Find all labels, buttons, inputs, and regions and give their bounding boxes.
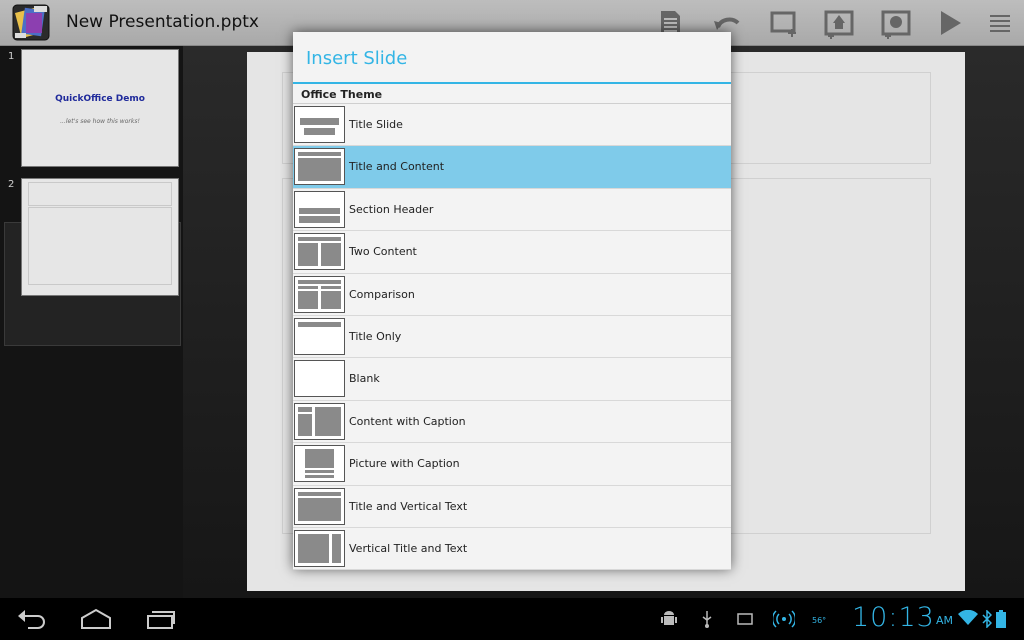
system-navigation-bar: 56° 10:13 AM [0, 598, 1024, 640]
wifi-icon [958, 609, 978, 630]
layout-item-comparison[interactable]: Comparison [293, 274, 731, 316]
temperature-readout: 56° [812, 616, 827, 625]
document-title: New Presentation.pptx [66, 12, 259, 32]
layout-item-title-content[interactable]: Title and Content [293, 146, 731, 189]
layout-section-header-icon [294, 190, 345, 228]
layout-label: Title and Vertical Text [349, 499, 468, 513]
layout-label: Title and Content [349, 160, 445, 174]
layout-two-content-icon [294, 233, 345, 271]
back-icon[interactable] [16, 606, 48, 632]
slide-thumbnail-1[interactable]: QuickOffice Demo ...let's see how this w… [21, 49, 179, 167]
layout-item-vertical-title-text[interactable]: Vertical Title and Text [293, 528, 731, 571]
clock-ampm: AM [936, 614, 954, 627]
slide-thumbnail-panel: 1 QuickOffice Demo ...let's see how this… [0, 46, 183, 598]
layout-list: Title Slide Title and Content Section He… [293, 104, 731, 571]
quickoffice-pro-hd-icon[interactable] [12, 4, 50, 41]
layout-item-section-header[interactable]: Section Header [293, 189, 731, 232]
layout-label: Vertical Title and Text [349, 541, 468, 555]
dialog-title: Insert Slide [306, 48, 408, 69]
layout-title-slide-icon [294, 106, 345, 143]
layout-label: Section Header [349, 202, 434, 216]
wireless-icon [771, 610, 797, 632]
new-slide-icon[interactable] [768, 7, 800, 39]
layout-item-content-caption[interactable]: Content with Caption [293, 401, 731, 444]
layout-title-vertical-text-icon [294, 487, 345, 525]
layout-picture-caption-icon [294, 445, 345, 483]
menu-icon[interactable] [984, 7, 1016, 39]
bluetooth-icon [982, 609, 993, 632]
layout-title-only-icon [294, 317, 345, 355]
layout-item-blank[interactable]: Blank [293, 358, 731, 401]
layout-item-title-slide[interactable]: Title Slide [293, 104, 731, 147]
thumbnail-title-placeholder [28, 182, 172, 206]
layout-label: Content with Caption [349, 414, 466, 428]
slide-thumbnail-2[interactable] [21, 178, 179, 296]
insert-slide-dialog: Insert Slide Office Theme Title Slide Ti… [293, 32, 731, 571]
layout-item-two-content[interactable]: Two Content [293, 231, 731, 274]
screenshot-icon [736, 610, 754, 632]
layout-blank-icon [294, 360, 345, 398]
android-debug-icon [660, 610, 678, 632]
thumbnail-content-placeholder [28, 207, 172, 285]
slide-number: 2 [8, 179, 15, 190]
layout-label: Two Content [349, 245, 417, 259]
clock: 10:13 [852, 602, 935, 633]
layout-content-caption-icon [294, 402, 345, 440]
layout-title-content-icon [294, 148, 345, 186]
home-icon[interactable] [80, 606, 112, 632]
layout-item-title-vertical-text[interactable]: Title and Vertical Text [293, 486, 731, 528]
insert-image-icon[interactable] [823, 7, 855, 39]
layout-item-title-only[interactable]: Title Only [293, 316, 731, 359]
play-icon[interactable] [934, 7, 966, 39]
thumbnail-subtitle: ...let's see how this works! [60, 118, 140, 125]
section-label: Office Theme [301, 88, 383, 101]
layout-label: Title Only [349, 329, 402, 343]
layout-label: Picture with Caption [349, 457, 460, 471]
slide-number: 1 [8, 51, 15, 62]
insert-shape-icon[interactable] [880, 7, 912, 39]
layout-vertical-title-text-icon [294, 529, 345, 567]
layout-label: Comparison [349, 287, 415, 301]
layout-label: Blank [349, 372, 380, 386]
recent-apps-icon[interactable] [145, 606, 177, 632]
battery-icon [996, 610, 1006, 632]
layout-label: Title Slide [349, 118, 403, 131]
layout-item-picture-caption[interactable]: Picture with Caption [293, 443, 731, 486]
thumbnail-title: QuickOffice Demo [55, 94, 145, 104]
usb-icon [700, 610, 714, 632]
layout-comparison-icon [294, 275, 345, 313]
dialog-title-divider [293, 82, 731, 84]
